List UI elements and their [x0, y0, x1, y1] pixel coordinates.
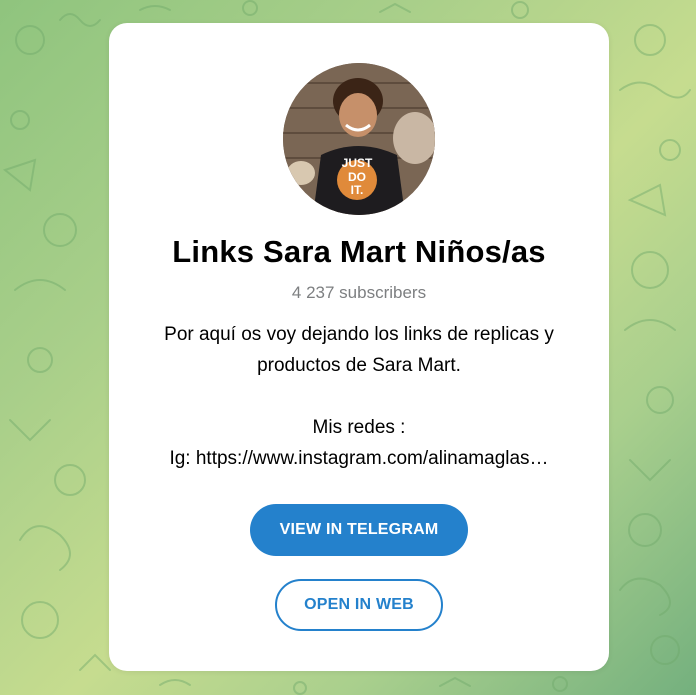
channel-title: Links Sara Mart Niños/as [172, 234, 546, 269]
svg-text:DO: DO [348, 170, 366, 184]
description-gap [139, 381, 579, 412]
instagram-link[interactable]: Ig: https://www.instagram.com/alinamagla… [154, 443, 564, 474]
channel-card: JUST DO IT. Links Sara Mart Niños/as 4 2… [109, 23, 609, 671]
shirt-text: JUST [342, 156, 373, 170]
description-line: Mis redes : [312, 417, 406, 438]
view-in-telegram-button[interactable]: VIEW IN TELEGRAM [250, 504, 468, 556]
description-line: productos de Sara Mart. [257, 355, 461, 376]
svg-text:IT.: IT. [351, 183, 364, 197]
subscriber-count: 4 237 subscribers [291, 283, 427, 302]
channel-avatar[interactable]: JUST DO IT. [283, 63, 435, 215]
open-in-web-button[interactable]: OPEN IN WEB [275, 579, 443, 631]
channel-description: Por aquí os voy dejando los links de rep… [139, 319, 579, 474]
description-line: Por aquí os voy dejando los links de rep… [164, 324, 554, 345]
child-photo-avatar-icon: JUST DO IT. [283, 63, 435, 215]
